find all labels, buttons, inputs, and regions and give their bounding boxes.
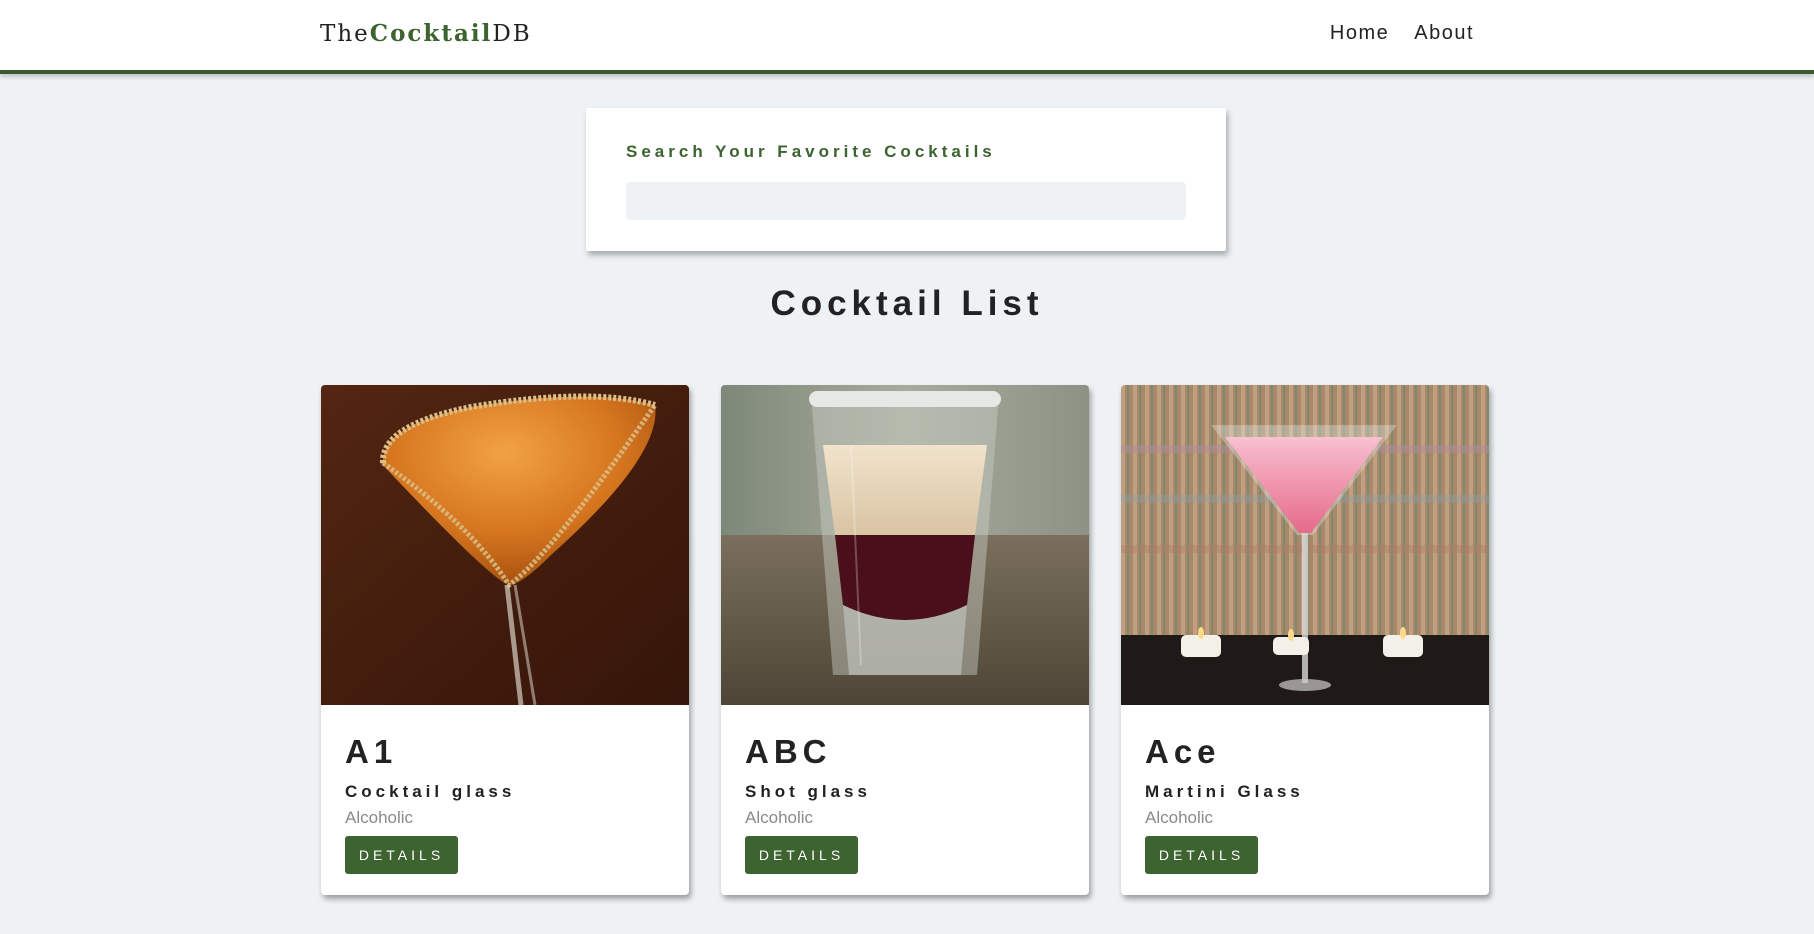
card-footer: A1 Cocktail glass Alcoholic DETAILS xyxy=(321,705,689,895)
cocktail-name: Ace xyxy=(1145,733,1221,770)
cocktail-info: Alcoholic xyxy=(1145,808,1214,827)
search-input[interactable] xyxy=(626,182,1186,220)
cocktail-name: ABC xyxy=(745,733,832,770)
nav-links: Home About xyxy=(1330,22,1474,45)
logo-suffix: DB xyxy=(492,21,532,47)
card-footer: ABC Shot glass Alcoholic DETAILS xyxy=(721,705,1089,895)
cocktail-glass: Cocktail glass xyxy=(345,782,516,801)
cocktail-info: Alcoholic xyxy=(345,808,414,827)
search-card: Search Your Favorite Cocktails xyxy=(586,108,1226,251)
section-title: Cocktail List xyxy=(770,284,1044,323)
cocktail-glass: Martini Glass xyxy=(1145,782,1304,801)
nav-link-about[interactable]: About xyxy=(1414,22,1474,45)
cocktail-image-abc[interactable] xyxy=(721,385,1089,705)
details-button[interactable]: DETAILS xyxy=(345,836,458,874)
details-button[interactable]: DETAILS xyxy=(1145,836,1258,874)
cocktail-image-a1[interactable] xyxy=(321,385,689,705)
cocktail-glass: Shot glass xyxy=(745,782,871,801)
logo[interactable]: TheCocktailDB xyxy=(320,20,532,47)
cocktail-card: Ace Martini Glass Alcoholic DETAILS xyxy=(1121,385,1489,895)
nav-link-home[interactable]: Home xyxy=(1330,22,1389,45)
card-footer: Ace Martini Glass Alcoholic DETAILS xyxy=(1121,705,1489,895)
details-button[interactable]: DETAILS xyxy=(745,836,858,874)
logo-prefix: The xyxy=(320,21,370,47)
cocktail-card: A1 Cocktail glass Alcoholic DETAILS xyxy=(321,385,689,895)
cocktail-info: Alcoholic xyxy=(745,808,814,827)
cocktail-image-ace[interactable] xyxy=(1121,385,1489,705)
navbar: TheCocktailDB Home About xyxy=(0,0,1814,74)
cocktail-card: ABC Shot glass Alcoholic DETAILS xyxy=(721,385,1089,895)
logo-strong: Cocktail xyxy=(369,20,493,47)
cocktail-name: A1 xyxy=(345,733,398,770)
search-label: Search Your Favorite Cocktails xyxy=(626,142,996,161)
